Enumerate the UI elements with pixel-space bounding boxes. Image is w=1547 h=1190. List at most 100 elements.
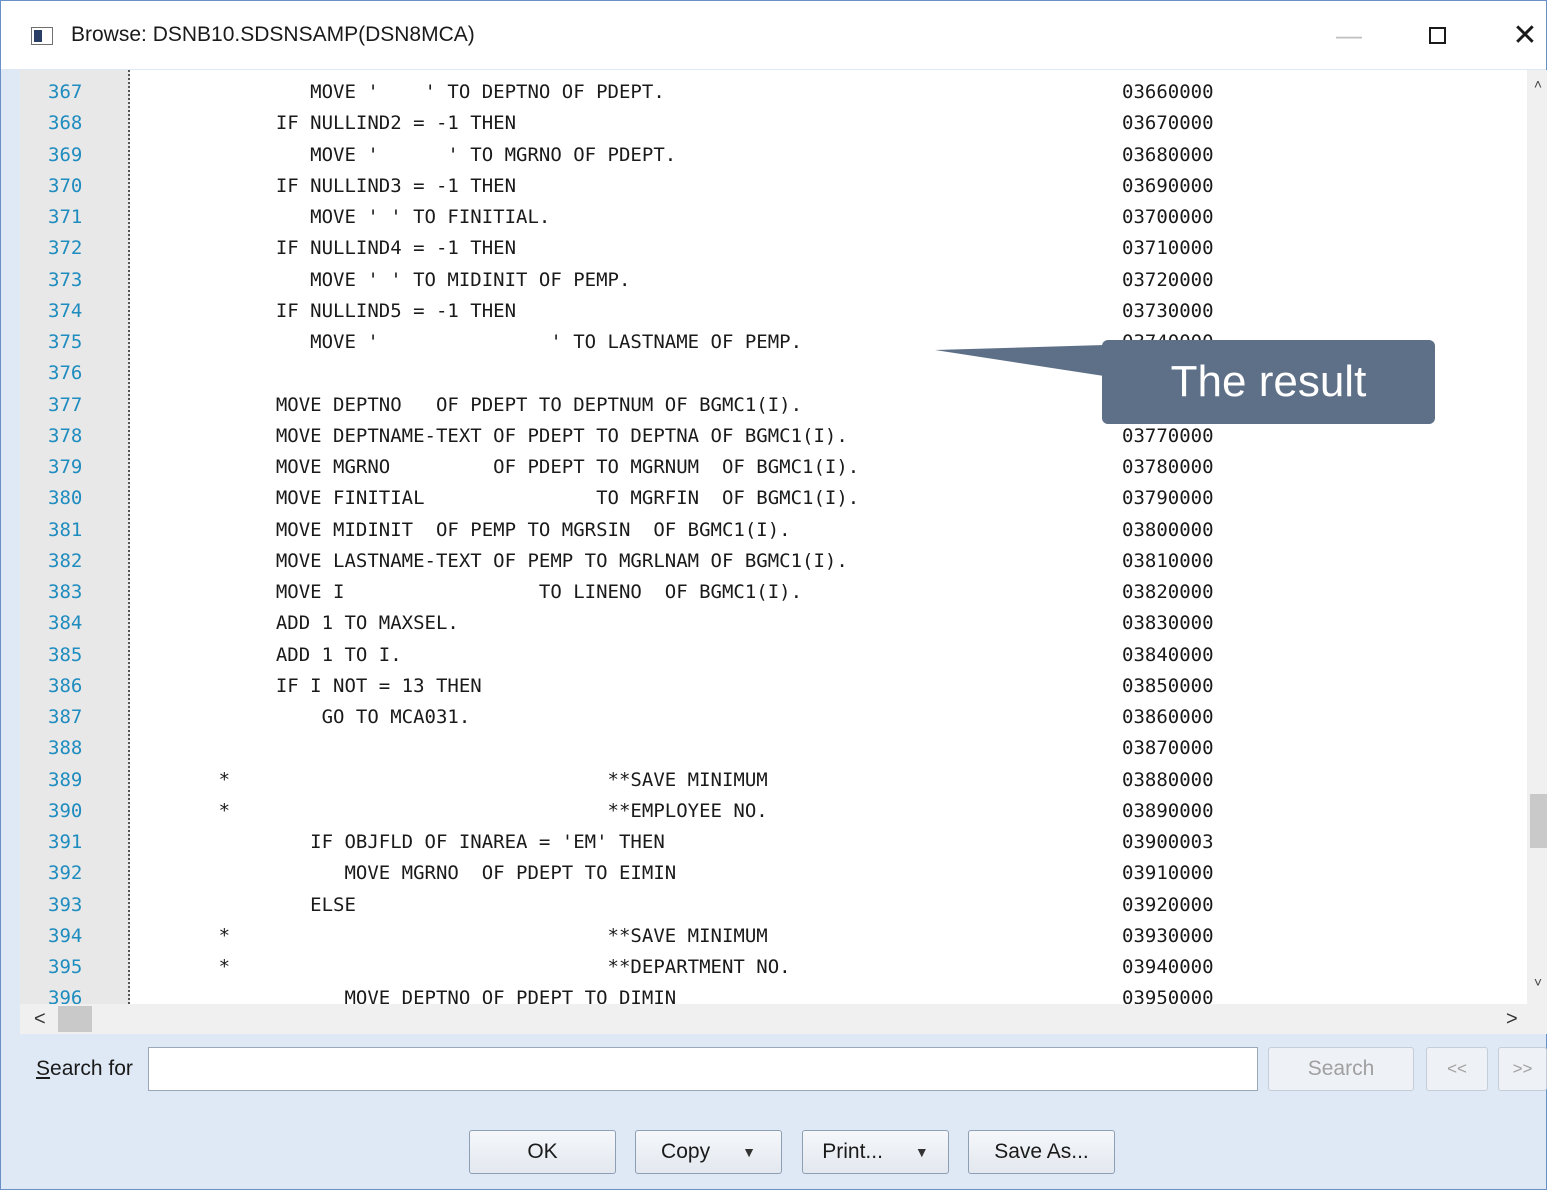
code-line: 387 GO TO MCA031. 03860000 xyxy=(20,702,1530,733)
sequence-number: 03950000 xyxy=(1122,987,1214,1004)
code-line: 381 MOVE MIDINIT OF PEMP TO MGRSIN OF BG… xyxy=(20,515,1530,546)
sequence-number: 03800000 xyxy=(1122,518,1214,541)
line-code: MOVE MIDINIT OF PEMP TO MGRSIN OF BGMC1(… xyxy=(150,518,791,541)
scroll-down-icon[interactable]: ˅ xyxy=(1530,974,1546,990)
previous-match-button[interactable]: << xyxy=(1426,1047,1488,1091)
line-number: 385 xyxy=(48,643,83,666)
line-number: 395 xyxy=(48,956,83,978)
line-code: MOVE ' ' TO LASTNAME OF PEMP. xyxy=(150,331,803,353)
line-number: 381 xyxy=(48,518,83,541)
code-line: 378 MOVE DEPTNAME-TEXT OF PDEPT TO DEPTN… xyxy=(20,421,1530,452)
line-number: 394 xyxy=(48,924,83,947)
code-line: 372 IF NULLIND4 = -1 THEN 03710000 xyxy=(20,233,1530,264)
maximize-button[interactable] xyxy=(1409,13,1465,57)
line-code: ADD 1 TO MAXSEL. xyxy=(150,612,459,635)
close-button[interactable]: ✕ xyxy=(1497,13,1547,57)
sequence-number: 03830000 xyxy=(1122,612,1214,635)
line-code: IF I NOT = 13 THEN xyxy=(150,674,482,697)
line-code: * **SAVE MINIMUM xyxy=(150,924,768,947)
horizontal-scroll-thumb[interactable] xyxy=(58,1006,92,1032)
scroll-left-icon[interactable]: < xyxy=(34,1008,46,1031)
line-number: 369 xyxy=(48,143,83,166)
sequence-number: 03670000 xyxy=(1122,112,1214,135)
line-code: ELSE xyxy=(150,893,356,916)
line-code: ADD 1 TO I. xyxy=(150,643,402,666)
title-bar[interactable]: Browse: DSNB10.SDSNSAMP(DSN8MCA) — ✕ xyxy=(1,1,1546,69)
search-for-label: Search for xyxy=(36,1057,133,1081)
line-code: * **DEPARTMENT NO. xyxy=(150,956,791,978)
code-line: 392 MOVE MGRNO OF PDEPT TO EIMIN 03910000 xyxy=(20,858,1530,889)
sequence-number: 03930000 xyxy=(1122,924,1214,947)
code-line: 386 IF I NOT = 13 THEN 03850000 xyxy=(20,671,1530,702)
code-line: 369 MOVE ' ' TO MGRNO OF PDEPT. 03680000 xyxy=(20,140,1530,171)
search-input[interactable] xyxy=(148,1047,1258,1091)
scroll-up-icon[interactable]: ˄ xyxy=(1530,76,1546,92)
line-number: 370 xyxy=(48,174,83,197)
code-line: 380 MOVE FINITIAL TO MGRFIN OF BGMC1(I).… xyxy=(20,483,1530,514)
line-number: 374 xyxy=(48,299,83,322)
sequence-number: 03770000 xyxy=(1122,424,1214,447)
line-number: 393 xyxy=(48,893,83,916)
code-line: 384 ADD 1 TO MAXSEL. 03830000 xyxy=(20,608,1530,639)
line-number: 377 xyxy=(48,393,83,416)
code-line: 382 MOVE LASTNAME-TEXT OF PEMP TO MGRLNA… xyxy=(20,546,1530,577)
line-code: MOVE DEPTNO OF PDEPT TO DIMIN xyxy=(150,987,677,1004)
search-label-accelerator: S xyxy=(36,1057,51,1080)
next-match-button[interactable]: >> xyxy=(1498,1047,1547,1091)
line-code: * **EMPLOYEE NO. xyxy=(150,799,768,822)
search-label-text: earch for xyxy=(50,1057,133,1080)
line-number: 375 xyxy=(48,331,83,353)
search-button[interactable]: Search xyxy=(1268,1047,1414,1091)
sequence-number: 03940000 xyxy=(1122,956,1214,978)
copy-button[interactable]: Copy ▼ xyxy=(635,1130,782,1174)
minimize-button[interactable]: — xyxy=(1321,13,1377,57)
code-line: 395 * **DEPARTMENT NO. 03940000 xyxy=(20,952,1530,983)
sequence-number: 03720000 xyxy=(1122,268,1214,291)
code-line: 370 IF NULLIND3 = -1 THEN 03690000 xyxy=(20,171,1530,202)
vertical-scroll-thumb[interactable] xyxy=(1530,794,1547,848)
line-code: * **SAVE MINIMUM xyxy=(150,768,768,791)
maximize-icon xyxy=(1428,26,1446,44)
line-number: 373 xyxy=(48,268,83,291)
code-line: 368 IF NULLIND2 = -1 THEN 03670000 xyxy=(20,108,1530,139)
sequence-number: 03920000 xyxy=(1122,893,1214,916)
line-number: 379 xyxy=(48,456,83,478)
code-line: 371 MOVE ' ' TO FINITIAL. 03700000 xyxy=(20,202,1530,233)
code-line: 379 MOVE MGRNO OF PDEPT TO MGRNUM OF BGM… xyxy=(20,452,1530,483)
sequence-number: 03790000 xyxy=(1122,487,1214,510)
code-line: 373 MOVE ' ' TO MIDINIT OF PEMP. 03720000 xyxy=(20,265,1530,296)
code-line: 388 03870000 xyxy=(20,733,1530,764)
chevron-down-icon: ▼ xyxy=(742,1144,756,1160)
line-code: IF NULLIND3 = -1 THEN xyxy=(150,174,517,197)
line-code: IF OBJFLD OF INAREA = 'EM' THEN xyxy=(150,831,665,853)
code-line: 393 ELSE 03920000 xyxy=(20,890,1530,921)
vertical-scrollbar[interactable]: ˄ ˅ xyxy=(1527,70,1547,1004)
code-line: 389 * **SAVE MINIMUM 03880000 xyxy=(20,765,1530,796)
ok-button[interactable]: OK xyxy=(469,1130,616,1174)
horizontal-scrollbar[interactable]: < > xyxy=(20,1004,1547,1034)
print-button[interactable]: Print... ▼ xyxy=(802,1130,949,1174)
line-code: IF NULLIND2 = -1 THEN xyxy=(150,112,517,135)
scroll-right-icon[interactable]: > xyxy=(1506,1008,1518,1031)
sequence-number: 03700000 xyxy=(1122,206,1214,228)
line-number: 378 xyxy=(48,424,83,447)
code-line: 383 MOVE I TO LINENO OF BGMC1(I). 0382000… xyxy=(20,577,1530,608)
line-code: MOVE DEPTNO OF PDEPT TO DEPTNUM OF BGMC1… xyxy=(150,393,803,416)
line-number: 388 xyxy=(48,737,83,760)
code-line: 396 MOVE DEPTNO OF PDEPT TO DIMIN 0395000… xyxy=(20,983,1530,1004)
line-number: 380 xyxy=(48,487,83,510)
app-window-icon xyxy=(31,27,53,45)
line-code: MOVE ' ' TO MIDINIT OF PEMP. xyxy=(150,268,631,291)
code-line: 391 IF OBJFLD OF INAREA = 'EM' THEN 03900… xyxy=(20,827,1530,858)
line-number: 376 xyxy=(48,362,83,385)
save-as-button[interactable]: Save As... xyxy=(968,1130,1115,1174)
line-code: MOVE MGRNO OF PDEPT TO MGRNUM OF BGMC1(I… xyxy=(150,456,860,478)
sequence-number: 03880000 xyxy=(1122,768,1214,791)
line-number: 387 xyxy=(48,706,83,728)
code-viewer[interactable]: 367 MOVE ' ' TO DEPTNO OF PDEPT. 03660000… xyxy=(20,70,1547,1004)
line-code: MOVE MGRNO OF PDEPT TO EIMIN xyxy=(150,862,677,885)
line-number: 390 xyxy=(48,799,83,822)
annotation-callout: The result xyxy=(1102,340,1435,424)
sequence-number: 03660000 xyxy=(1122,81,1214,103)
code-line: 390 * **EMPLOYEE NO. 03890000 xyxy=(20,796,1530,827)
